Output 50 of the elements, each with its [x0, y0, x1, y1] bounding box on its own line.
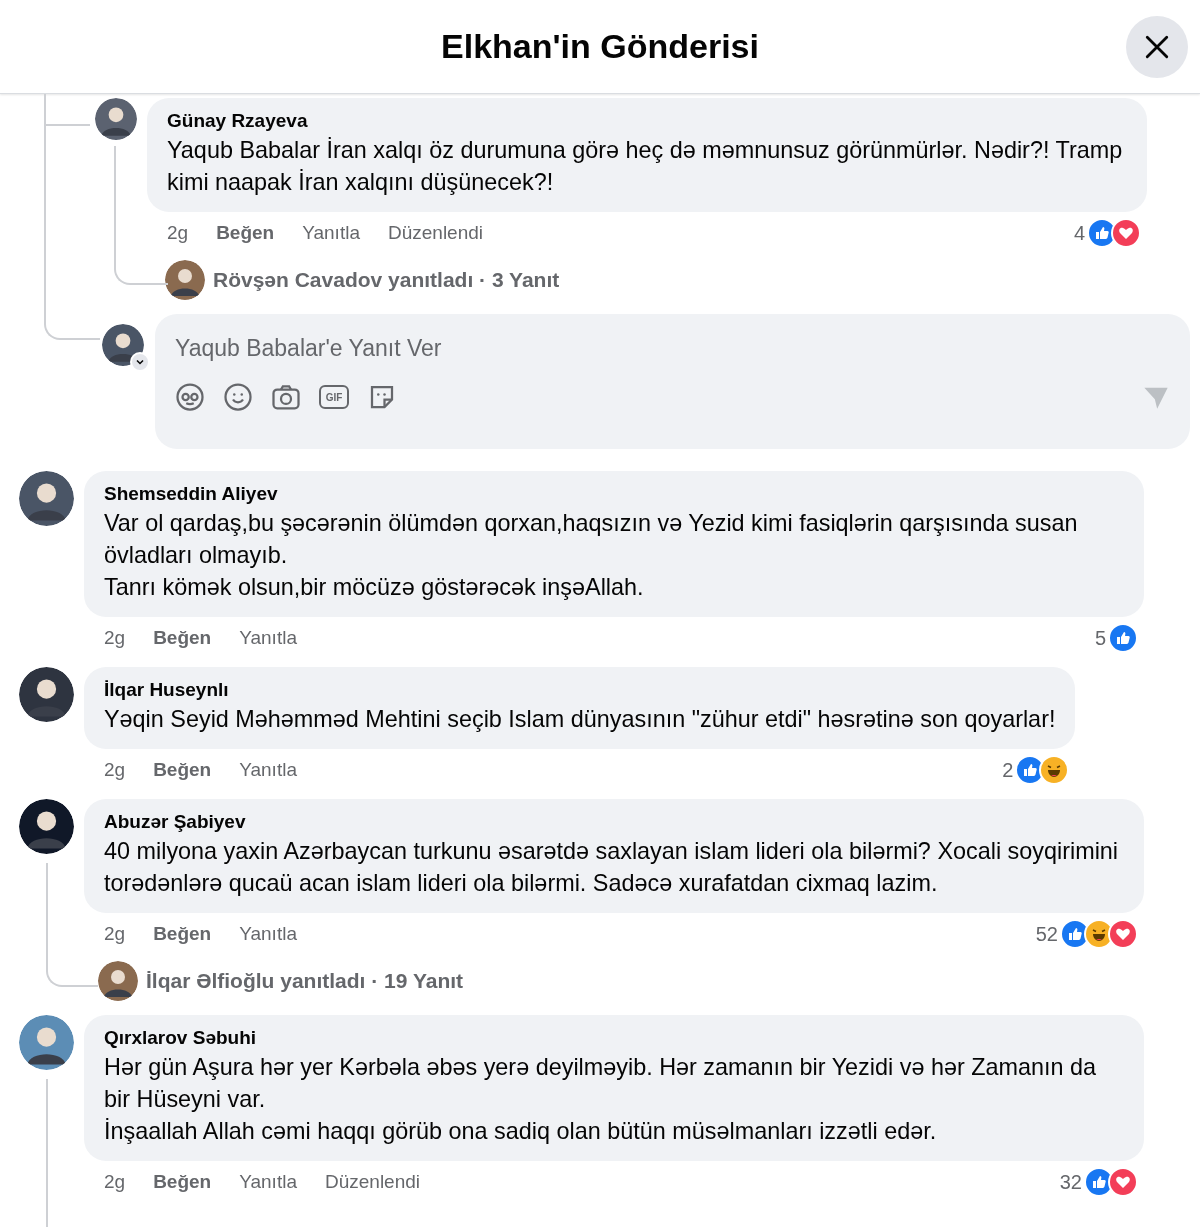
edited-label: Düzenlendi — [324, 1169, 421, 1194]
comment-text: Var ol qardaş,bu şəcərənin ölümdən qorxan,haqsızın və Yezid kimi fasiqlərin qarşısında susan övladları olmayıb. Tanrı kömək olsun,bir möcüzə göstərəcək inşəAllah. — [104, 509, 1079, 602]
emoji-icon[interactable] — [223, 382, 253, 412]
avatar[interactable] — [19, 799, 74, 854]
comment-text: Yaqub Babalar İran xalqı öz durumuna görə heç də məmnunsuz görünmürlər. Nədir?! Tramp kimi naapak İran xalqını düşünecek?! — [167, 136, 1124, 197]
comment-author[interactable]: Qırxlarov Səbuhi — [104, 1025, 1124, 1051]
reply-link[interactable]: Yanıtla — [239, 919, 297, 949]
like-link[interactable]: Beğen — [216, 218, 275, 248]
comment-author[interactable]: Abuzər Şabiyev — [104, 809, 1124, 835]
chevron-down-icon[interactable] — [130, 352, 150, 372]
avatar[interactable] — [98, 961, 138, 1001]
edited-label: Düzenlendi — [387, 220, 484, 245]
comment-time[interactable]: 2g — [104, 623, 126, 653]
like-link[interactable]: Beğen — [153, 623, 212, 653]
reply-box[interactable]: Yaqub Babalar'e Yanıt Ver GIF — [155, 314, 1190, 449]
avatar[interactable] — [19, 471, 74, 526]
avatar[interactable] — [102, 324, 144, 366]
reaction-count[interactable]: 5 — [1094, 623, 1106, 653]
comment-text: Yəqin Seyid Məhəmməd Mehtini seçib Islam dünyasının "zühur etdi" həsrətinə son qoyarlar! — [104, 705, 1056, 734]
avatar-sticker-icon[interactable] — [175, 382, 205, 412]
comment-author[interactable]: İlqar Huseynlı — [104, 677, 1056, 703]
avatar[interactable] — [95, 98, 137, 140]
like-link[interactable]: Beğen — [153, 755, 212, 785]
replies-link[interactable]: Rövşən Cavadov yanıtladı · 3 Yanıt — [213, 264, 560, 296]
reply-link[interactable]: Yanıtla — [239, 755, 297, 785]
reply-link[interactable]: Yanıtla — [239, 623, 297, 653]
close-icon[interactable] — [1144, 33, 1170, 60]
comment-time[interactable]: 2g — [167, 218, 189, 248]
like-link[interactable]: Beğen — [153, 1167, 212, 1197]
comment-author[interactable]: Shemseddin Aliyev — [104, 481, 1124, 507]
reaction-count[interactable]: 52 — [1035, 919, 1058, 949]
reply-link[interactable]: Yanıtla — [302, 218, 360, 248]
comment-text: Hər gün Aşura hər yer Kərbəla əbəs yerə deyilməyib. Hər zamanın bir Yezidi və hər Zamanın da bir Hüseyni var. İnşaallah Allah cəmi haqqı görüb ona sadiq olan bütün müsəlmanları izzətli edər. — [104, 1053, 1098, 1146]
comment-author[interactable]: Günay Rzayeva — [167, 108, 1127, 134]
window-title: Elkhan'in Gönderisi — [441, 26, 759, 67]
camera-icon[interactable] — [271, 382, 301, 412]
comment-text: 40 milyona yaxin Azərbaycan turkunu əsarətdə saxlayan islam lideri ola bilərmi? Xocali soyqirimini torədənlərə qucaü acan islam lideri ola bilərmi. Sadəcə xurafatdan cixmaq lazim. — [104, 837, 1120, 898]
comment-time[interactable]: 2g — [104, 1167, 126, 1197]
reaction-count[interactable]: 4 — [1073, 218, 1085, 248]
like-link[interactable]: Beğen — [153, 919, 212, 949]
replies-link[interactable]: İlqar Əlfioğlu yanıtladı · 19 Yanıt — [146, 965, 464, 997]
reaction-count[interactable]: 32 — [1059, 1167, 1082, 1197]
comment-time[interactable]: 2g — [104, 755, 126, 785]
comment-time[interactable]: 2g — [104, 919, 126, 949]
reply-link[interactable]: Yanıtla — [239, 1167, 297, 1197]
avatar[interactable] — [165, 260, 205, 300]
gif-icon[interactable]: GIF — [319, 385, 349, 409]
reaction-count[interactable]: 2 — [1002, 755, 1014, 785]
avatar[interactable] — [19, 1015, 74, 1070]
avatar[interactable] — [19, 667, 74, 722]
